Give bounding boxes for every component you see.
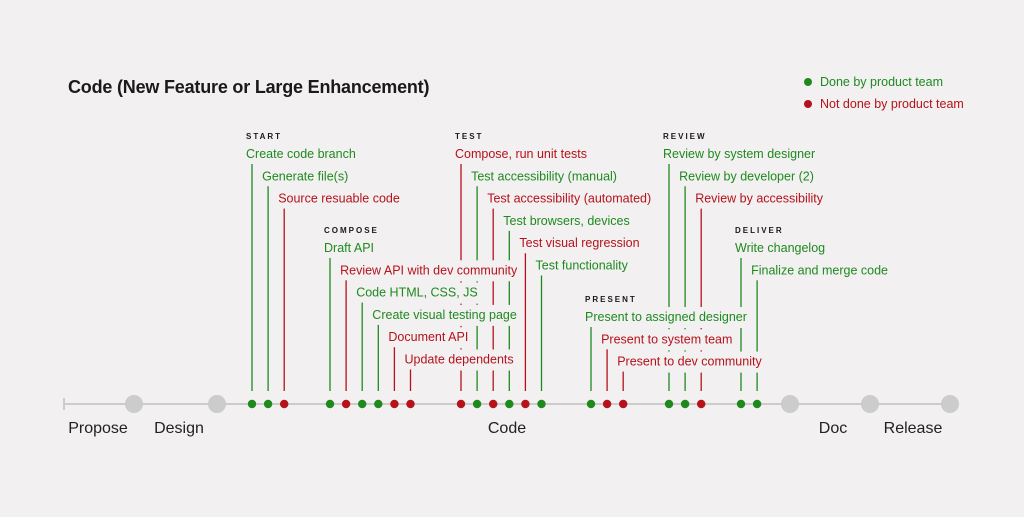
step-dot-done — [374, 399, 383, 409]
phase-label-deliver: DELIVER — [735, 226, 784, 235]
step-label: Present to dev community — [617, 355, 762, 369]
phase-label-compose: COMPOSE — [324, 226, 379, 235]
step-dot-not-done — [602, 399, 612, 409]
step-dot-not-done — [619, 399, 628, 409]
step-dot-done — [586, 399, 596, 409]
step-dot-done — [505, 399, 514, 409]
step-label: Update dependents — [405, 353, 514, 367]
step-label: Review by developer (2) — [679, 169, 814, 183]
step-dot-not-done — [406, 399, 415, 409]
phase-label-review: REVIEW — [663, 132, 707, 141]
stage-circle — [781, 395, 799, 413]
stage-label-doc: Doc — [819, 420, 847, 437]
stage-circle — [125, 395, 143, 413]
step-label: Write changelog — [735, 241, 825, 255]
stage-label-release: Release — [884, 420, 943, 437]
stage-label-code: Code — [488, 420, 526, 437]
step-dot-done — [263, 399, 273, 409]
phase-label-present: PRESENT — [585, 295, 637, 304]
step-label: Review by accessibility — [695, 192, 824, 206]
step-label: Test visual regression — [519, 236, 639, 250]
step-label: Test functionality — [536, 259, 629, 273]
phase-label-start: START — [246, 132, 282, 141]
step-dot-done — [752, 399, 762, 409]
stage-circle — [208, 395, 226, 413]
step-label: Present to system team — [601, 332, 732, 346]
step-dot-done — [325, 399, 335, 409]
step-dot-not-done — [521, 399, 530, 409]
step-label: Test accessibility (automated) — [487, 192, 651, 206]
step-dot-done — [247, 399, 257, 409]
step-dot-done — [680, 399, 690, 409]
step-dot-not-done — [280, 399, 289, 409]
step-label: Code HTML, CSS, JS — [356, 286, 478, 300]
step-dot-done — [472, 399, 482, 409]
step-dot-done — [664, 399, 674, 409]
step-label: Document API — [388, 330, 468, 344]
step-label: Create code branch — [246, 147, 356, 161]
step-dot-not-done — [390, 399, 399, 409]
step-dot-not-done — [697, 399, 706, 409]
stage-circle — [941, 395, 959, 413]
step-dot-done — [537, 399, 546, 409]
step-label: Present to assigned designer — [585, 310, 747, 324]
phase-label-test: TEST — [455, 132, 483, 141]
step-dot-done — [736, 399, 746, 409]
step-dot-not-done — [456, 399, 466, 409]
step-label: Finalize and merge code — [751, 263, 888, 277]
step-dot-done — [358, 399, 367, 409]
step-label: Review by system designer — [663, 147, 815, 161]
stage-label-design: Design — [154, 420, 204, 437]
step-dot-not-done — [489, 399, 498, 409]
stage-circle — [861, 395, 879, 413]
step-label: Draft API — [324, 241, 374, 255]
step-label: Create visual testing page — [372, 308, 517, 322]
stage-label-propose: Propose — [68, 420, 128, 437]
step-label: Source resuable code — [278, 192, 400, 206]
step-label: Test browsers, devices — [503, 214, 629, 228]
step-label: Test accessibility (manual) — [471, 169, 617, 183]
step-label: Generate file(s) — [262, 169, 348, 183]
timeline-diagram: Propose Design Code Doc Release START COMPOSE T… — [63, 132, 959, 437]
step-dot-not-done — [341, 399, 351, 409]
step-label: Review API with dev community — [340, 263, 518, 277]
step-label: Compose, run unit tests — [455, 147, 587, 161]
